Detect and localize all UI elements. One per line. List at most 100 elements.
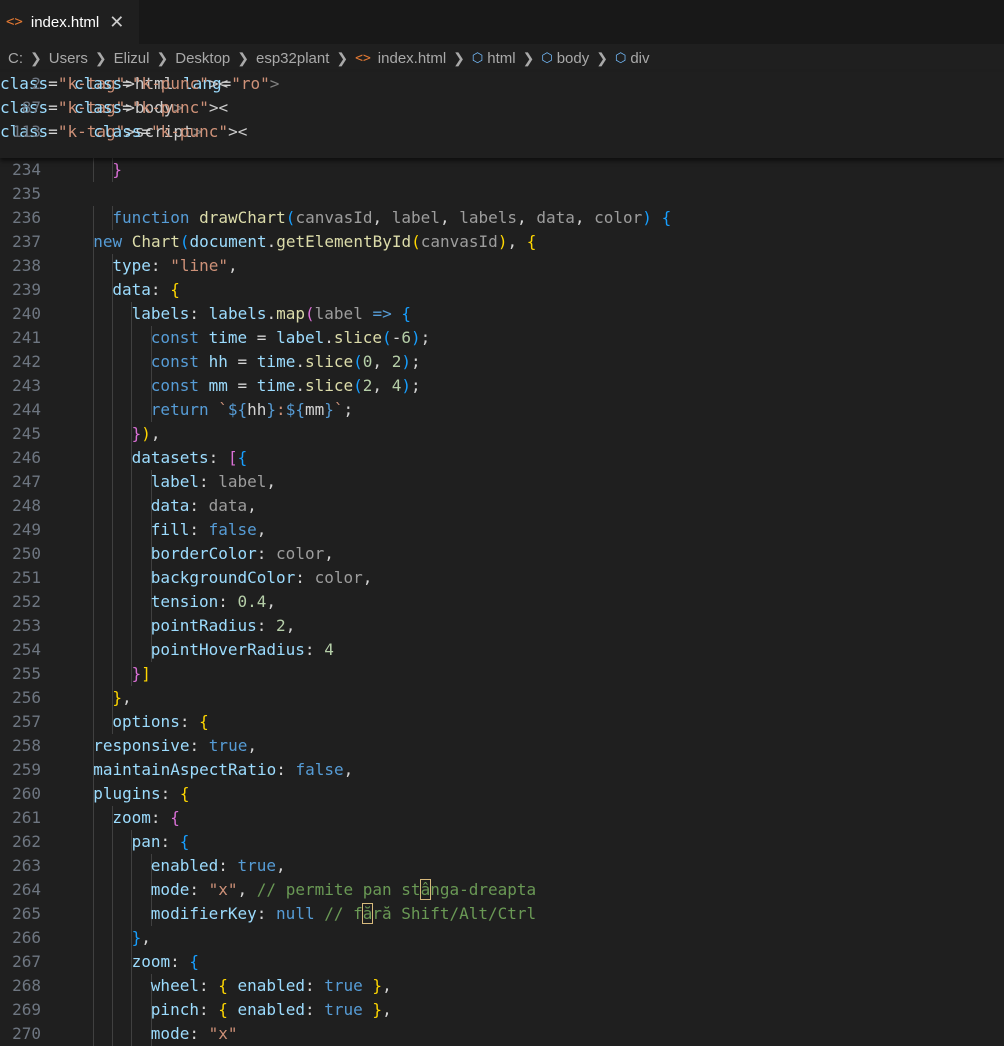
code-editor[interactable]: 2 class="k-punc">< class="k-tag">html lang…: [0, 72, 1004, 1046]
line-number: 263: [12, 856, 41, 875]
code-line[interactable]: 242 const hh = time.slice(0, 2);: [0, 350, 1004, 374]
code-line[interactable]: 235: [0, 182, 1004, 206]
line-number: 113: [12, 122, 41, 141]
code-line[interactable]: 260 plugins: {: [0, 782, 1004, 806]
code-line[interactable]: 239 data: {: [0, 278, 1004, 302]
breadcrumb-folder-elizul[interactable]: Elizul: [114, 50, 150, 67]
code-line[interactable]: 259 maintainAspectRatio: false,: [0, 758, 1004, 782]
code-text: const hh = time.slice(0, 2);: [150, 352, 421, 371]
line-number: 241: [12, 328, 41, 347]
code-text: pan: {: [131, 832, 190, 851]
code-line[interactable]: 261 zoom: {: [0, 806, 1004, 830]
code-line[interactable]: 268 wheel: { enabled: true },: [0, 974, 1004, 998]
code-text: pointHoverRadius: 4: [150, 640, 334, 659]
code-line[interactable]: 255}]: [0, 662, 1004, 686]
code-line[interactable]: 241 const time = label.slice(-6);: [0, 326, 1004, 350]
chevron-right-icon: ❯: [94, 49, 107, 66]
code-line[interactable]: 243 const mm = time.slice(2, 4);: [0, 374, 1004, 398]
code-text: pinch: { enabled: true },: [150, 1000, 392, 1019]
code-line[interactable]: 249 fill: false,: [0, 518, 1004, 542]
code-text: wheel: { enabled: true },: [150, 976, 392, 995]
code-line[interactable]: 237 new Chart(document.getElementById(can…: [0, 230, 1004, 254]
chevron-right-icon: ❯: [30, 49, 42, 66]
code-line[interactable]: 250 borderColor: color,: [0, 542, 1004, 566]
line-number: 237: [12, 232, 41, 251]
code-line[interactable]: 267 zoom: {: [0, 950, 1004, 974]
sticky-scroll-header[interactable]: 2 class="k-punc">< class="k-tag">html lang…: [0, 72, 1004, 158]
code-text: function drawChart(canvasId, label, labe…: [112, 208, 672, 227]
editor-tab-index-html[interactable]: <> index.html ✕: [0, 0, 139, 44]
line-number: 239: [12, 280, 41, 299]
code-line[interactable]: 248 data: data,: [0, 494, 1004, 518]
line-number: 269: [12, 1000, 41, 1019]
code-line[interactable]: 234}: [0, 158, 1004, 182]
symbol-element-icon: ⬡: [614, 50, 627, 65]
sticky-line[interactable]: 87 class="k-punc">< class="k-tag">body>: [0, 96, 1004, 120]
code-line[interactable]: 253 pointRadius: 2,: [0, 614, 1004, 638]
code-text: }]: [131, 664, 151, 683]
close-icon[interactable]: ✕: [109, 12, 124, 33]
line-number: 247: [12, 472, 41, 491]
code-line[interactable]: 254 pointHoverRadius: 4: [0, 638, 1004, 662]
line-number: 265: [12, 904, 41, 923]
breadcrumb-drive[interactable]: C:: [8, 50, 23, 67]
code-line[interactable]: 238 type: "line",: [0, 254, 1004, 278]
code-line[interactable]: 264 mode: "x", // permite pan stânga-drea…: [0, 878, 1004, 902]
chevron-right-icon: ❯: [336, 49, 349, 66]
code-line[interactable]: 247 label: label,: [0, 470, 1004, 494]
line-number: 238: [12, 256, 41, 275]
breadcrumb-folder-esp32plant[interactable]: esp32plant: [256, 50, 329, 67]
code-line[interactable]: 256},: [0, 686, 1004, 710]
line-number: 235: [12, 184, 41, 203]
tab-bar: <> index.html ✕: [0, 0, 1004, 44]
code-text: const mm = time.slice(2, 4);: [150, 376, 421, 395]
breadcrumb-file[interactable]: index.html: [378, 50, 446, 67]
symbol-element-icon: ⬡: [471, 50, 484, 65]
line-number: 2: [31, 74, 41, 93]
code-text: mode: "x": [150, 1024, 238, 1043]
code-line[interactable]: 263 enabled: true,: [0, 854, 1004, 878]
line-number: 266: [12, 928, 41, 947]
code-text: class="k-punc"><: [93, 122, 248, 141]
code-line[interactable]: 270 mode: "x": [0, 1022, 1004, 1046]
line-number: 234: [12, 160, 41, 179]
breadcrumb-symbol-html[interactable]: html: [487, 50, 515, 67]
breadcrumb-symbol-body[interactable]: body: [557, 50, 590, 67]
code-line[interactable]: 245}),: [0, 422, 1004, 446]
line-number: 255: [12, 664, 41, 683]
line-number: 260: [12, 784, 41, 803]
code-text: }),: [131, 424, 161, 443]
line-number: 240: [12, 304, 41, 323]
code-text: options: {: [112, 712, 209, 731]
code-line[interactable]: 246 datasets: [{: [0, 446, 1004, 470]
chevron-right-icon: ❯: [453, 49, 465, 66]
code-text: new Chart(document.getElementById(canvas…: [93, 232, 537, 251]
code-line[interactable]: 240 labels: labels.map(label => {: [0, 302, 1004, 326]
breadcrumb-folder-desktop[interactable]: Desktop: [175, 50, 230, 67]
code-line[interactable]: 257 options: {: [0, 710, 1004, 734]
line-number: 254: [12, 640, 41, 659]
line-number: 256: [12, 688, 41, 707]
code-line[interactable]: 251 backgroundColor: color,: [0, 566, 1004, 590]
code-line[interactable]: 266},: [0, 926, 1004, 950]
code-line[interactable]: 252 tension: 0.4,: [0, 590, 1004, 614]
breadcrumb-folder-users[interactable]: Users: [49, 50, 88, 67]
line-number: 251: [12, 568, 41, 587]
code-text: },: [131, 928, 151, 947]
code-line[interactable]: 269 pinch: { enabled: true },: [0, 998, 1004, 1022]
code-line[interactable]: 244 return `${hh}:${mm}`;: [0, 398, 1004, 422]
code-text: enabled: true,: [150, 856, 286, 875]
breadcrumb-symbol-div[interactable]: div: [630, 50, 649, 67]
code-text: }: [112, 160, 123, 179]
code-line[interactable]: 258 responsive: true,: [0, 734, 1004, 758]
sticky-line[interactable]: 2 class="k-punc">< class="k-tag">html lang…: [0, 72, 1004, 96]
chevron-right-icon: ❯: [237, 49, 249, 66]
code-text: zoom: {: [112, 808, 180, 827]
line-number: 243: [12, 376, 41, 395]
code-line[interactable]: 236 function drawChart(canvasId, label, l…: [0, 206, 1004, 230]
code-text: label: label,: [150, 472, 277, 491]
tab-label: index.html: [30, 13, 100, 31]
sticky-line[interactable]: 113 class="k-punc">< class="k-tag">script>: [0, 120, 1004, 144]
code-line[interactable]: 262 pan: {: [0, 830, 1004, 854]
code-line[interactable]: 265 modifierKey: null // fără Shift/Alt/C…: [0, 902, 1004, 926]
